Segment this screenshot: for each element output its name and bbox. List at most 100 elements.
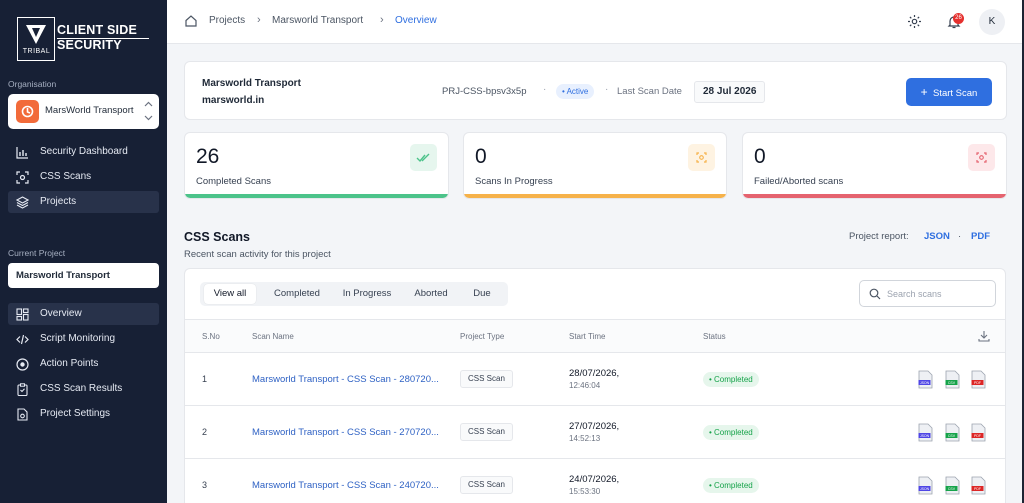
breadcrumb-project[interactable]: Marsworld Transport	[272, 15, 363, 26]
status-label: Completed	[714, 481, 753, 490]
column-header: Start Time	[569, 332, 606, 341]
sidebar: TRIBAL CLIENT SIDE SECURITY Organisation…	[0, 0, 167, 503]
tab-aborted[interactable]: Aborted	[406, 282, 456, 306]
report-json-link[interactable]: JSON	[924, 231, 950, 242]
topbar: Projects › Marsworld Transport › Overvie…	[167, 0, 1022, 44]
file-gear-icon	[17, 408, 28, 421]
download-icon[interactable]	[978, 330, 990, 342]
sidebar-item-label: Script Monitoring	[40, 333, 116, 344]
stat-value: 0	[475, 145, 487, 168]
file-label: PDF	[974, 434, 981, 438]
column-header: Scan Name	[252, 332, 294, 341]
file-label: CSV	[948, 381, 956, 385]
pdf-file-icon[interactable]: PDF	[971, 370, 986, 389]
search-input[interactable]: Search scans	[859, 280, 996, 307]
sidebar-item-label: Project Settings	[40, 408, 111, 419]
tab-due[interactable]: Due	[462, 282, 502, 306]
scan-name-link[interactable]: Marsworld Transport - CSS Scan - 240720.…	[252, 480, 439, 491]
start-time: 12:46:04	[569, 381, 601, 390]
sidebar-item-security-dashboard[interactable]: Security Dashboard	[8, 141, 159, 163]
sidebar-item-projects[interactable]: Projects	[8, 191, 159, 213]
scan-name-link[interactable]: Marsworld Transport - CSS Scan - 280720.…	[252, 374, 439, 385]
status-label: Completed	[714, 375, 753, 384]
table-header: S.No Scan Name Project Type Start Time S…	[185, 319, 1005, 353]
status-badge: • Completed	[703, 425, 759, 440]
home-icon[interactable]	[185, 15, 197, 27]
breadcrumb-projects[interactable]: Projects	[209, 15, 245, 26]
logo: TRIBAL CLIENT SIDE SECURITY	[17, 17, 152, 62]
stat-value: 0	[754, 145, 766, 168]
json-file-icon[interactable]: JSON	[918, 370, 933, 389]
clipboard-icon	[17, 383, 28, 396]
target-icon	[16, 358, 29, 371]
pdf-file-icon[interactable]: PDF	[971, 476, 986, 495]
sidebar-item-script-monitoring[interactable]: Script Monitoring	[8, 328, 159, 350]
search-icon	[869, 288, 881, 300]
start-date: 27/07/2026,	[569, 421, 620, 432]
stat-value: 26	[196, 145, 220, 168]
sidebar-item-label: CSS Scans	[40, 171, 92, 182]
grid-icon	[16, 308, 29, 321]
stat-card-in-progress: 0 Scans In Progress	[463, 132, 727, 199]
sidebar-item-css-scan-results[interactable]: CSS Scan Results	[8, 378, 159, 400]
org-logo-icon	[16, 100, 39, 123]
sidebar-item-overview[interactable]: Overview	[8, 303, 159, 325]
app-window: TRIBAL CLIENT SIDE SECURITY Organisation…	[0, 0, 1024, 503]
csv-file-icon[interactable]: CSV	[945, 370, 960, 389]
sidebar-item-label: Projects	[40, 196, 77, 207]
file-label: CSV	[948, 487, 956, 491]
csv-file-icon[interactable]: CSV	[945, 476, 960, 495]
stat-accent-bar	[743, 194, 1006, 198]
current-project-section-label: Current Project	[8, 248, 66, 258]
report-pdf-link[interactable]: PDF	[971, 231, 990, 242]
start-scan-label: Start Scan	[932, 88, 978, 99]
start-time: 15:53:30	[569, 487, 601, 496]
sidebar-item-label: Overview	[40, 308, 82, 319]
scan-icon	[968, 144, 995, 171]
double-check-icon	[410, 144, 437, 171]
status-badge: • Active	[556, 84, 595, 99]
logo-mark: TRIBAL	[17, 17, 55, 61]
json-file-icon[interactable]: JSON	[918, 423, 933, 442]
file-label: PDF	[974, 381, 981, 385]
search-placeholder: Search scans	[887, 289, 942, 299]
scan-icon	[688, 144, 715, 171]
sidebar-item-project-settings[interactable]: Project Settings	[8, 403, 159, 425]
stat-accent-bar	[185, 194, 448, 198]
start-scan-button[interactable]: + Start Scan	[906, 78, 992, 106]
org-section-label: Organisation	[8, 79, 57, 89]
breadcrumb-current: Overview	[395, 15, 437, 26]
file-label: CSV	[948, 434, 956, 438]
last-scan-label: Last Scan Date	[617, 86, 682, 97]
scan-name-link[interactable]: Marsworld Transport - CSS Scan - 270720.…	[252, 427, 439, 438]
layers-icon	[16, 196, 29, 209]
status-badge-label: Active	[566, 87, 589, 96]
tab-completed[interactable]: Completed	[266, 282, 328, 306]
sidebar-item-action-points[interactable]: Action Points	[8, 353, 159, 375]
tab-in-progress[interactable]: In Progress	[336, 282, 398, 306]
plus-icon: +	[920, 85, 928, 99]
csv-file-icon[interactable]: CSV	[945, 423, 960, 442]
file-label: JSON	[920, 487, 930, 491]
org-selector[interactable]: MarsWorld Transport	[8, 94, 159, 129]
scans-table-card: View all Completed In Progress Aborted D…	[184, 268, 1006, 503]
json-file-icon[interactable]: JSON	[918, 476, 933, 495]
type-pill: CSS Scan	[460, 423, 513, 441]
sidebar-item-css-scans[interactable]: CSS Scans	[8, 166, 159, 188]
stat-card-completed: 26 Completed Scans	[184, 132, 449, 199]
gear-icon[interactable]	[907, 14, 922, 29]
avatar[interactable]: K	[979, 9, 1005, 35]
current-project-card[interactable]: Marsworld Transport	[8, 263, 159, 288]
tab-view-all[interactable]: View all	[204, 284, 256, 304]
logo-divider	[57, 38, 149, 39]
start-time: 14:52:13	[569, 434, 601, 443]
separator-dot: ·	[543, 84, 547, 95]
sidebar-item-label: Security Dashboard	[40, 146, 128, 157]
separator-dot: ·	[958, 231, 962, 242]
project-domain: marsworld.in	[202, 95, 265, 106]
file-label: PDF	[974, 487, 981, 491]
pdf-file-icon[interactable]: PDF	[971, 423, 986, 442]
breadcrumb-separator: ›	[380, 14, 384, 26]
main-content: Projects › Marsworld Transport › Overvie…	[167, 0, 1022, 503]
section-subtitle: Recent scan activity for this project	[184, 249, 331, 260]
